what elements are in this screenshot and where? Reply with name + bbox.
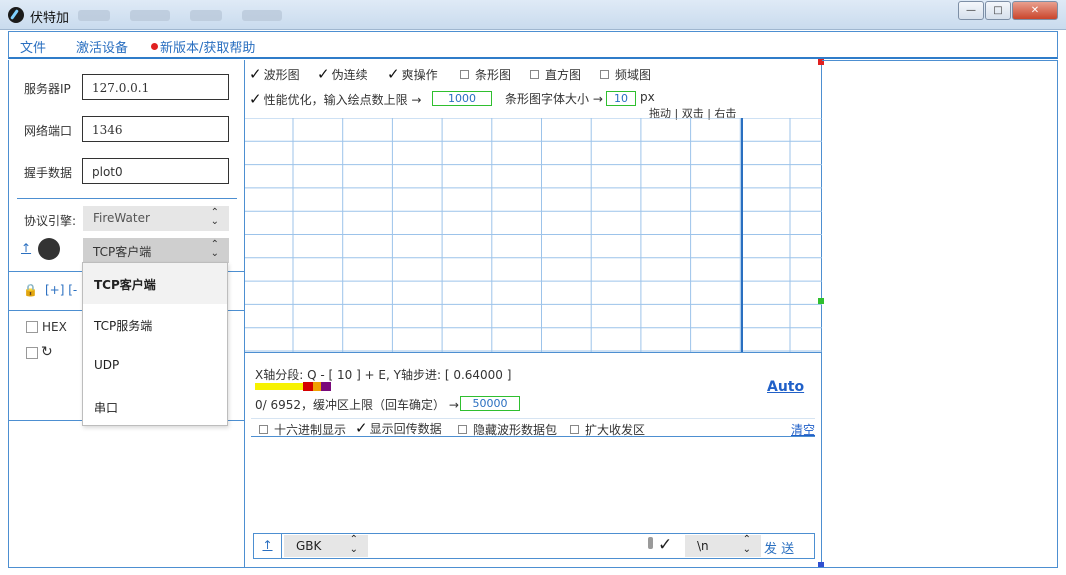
- checkmark-icon: ✓: [355, 419, 368, 437]
- command-add-remove[interactable]: [+] [-: [45, 283, 77, 297]
- receive-area[interactable]: [251, 438, 815, 530]
- send-bar: ↑ GBK ⌃ ⌄ ✓ \n ⌃ ⌄ 发 送: [253, 533, 815, 559]
- menu-bar: 文件 激活设备 新版本/获取帮助: [8, 31, 1058, 59]
- handshake-input[interactable]: plot0: [82, 158, 229, 184]
- blurred-menu-text: [130, 10, 170, 21]
- checkbox-empty-icon: [460, 70, 469, 79]
- lock-icon[interactable]: 🔒: [23, 283, 38, 297]
- bar-font-unit: px: [640, 90, 655, 104]
- port-label: 网络端口: [24, 124, 73, 138]
- transport-option-tcp-client[interactable]: TCP客户端: [83, 263, 227, 304]
- close-button[interactable]: ✕: [1012, 1, 1058, 20]
- plot-panel: ✓ 波形图 ✓ 伪连续 ✓ 爽操作 条形图 直方图 频域图 ✓ 性能优化，输入绘点数上限…: [244, 59, 824, 568]
- upload-file-icon[interactable]: ↑: [254, 534, 282, 558]
- blurred-menu-text: [78, 10, 110, 21]
- minimize-button[interactable]: —: [958, 1, 984, 20]
- bar-font-size-input[interactable]: 10: [606, 91, 636, 106]
- divider: [245, 352, 822, 353]
- checkmark-icon: ✓: [249, 65, 262, 83]
- updown-chevron-icon: ⌃ ⌄: [349, 534, 358, 555]
- checkbox-empty-icon: [458, 425, 467, 434]
- connection-toggle-button[interactable]: [38, 238, 60, 260]
- option-frequency[interactable]: 频域图: [600, 66, 651, 83]
- updown-chevron-icon: ⌃ ⌄: [210, 239, 219, 259]
- transport-dropdown: TCP客户端 TCP服务端 UDP 串口: [82, 262, 228, 426]
- protocol-value: FireWater: [93, 211, 150, 225]
- waveform-plot[interactable]: [245, 118, 822, 352]
- title-bar: 伏特加 — □ ✕: [0, 0, 1066, 30]
- transport-select[interactable]: TCP客户端 ⌃ ⌄: [83, 238, 229, 263]
- hex-label: HEX: [42, 320, 67, 334]
- protocol-label: 协议引擎:: [24, 214, 77, 228]
- maximize-button[interactable]: □: [985, 1, 1011, 20]
- option-performance[interactable]: ✓ 性能优化，输入绘点数上限 →: [249, 90, 421, 108]
- checkmark-icon[interactable]: ✓: [658, 535, 672, 555]
- buffer-limit-input[interactable]: 50000: [460, 396, 520, 411]
- axis-info: X轴分段: Q - [ 10 ] + E, Y轴步进: [ 0.64000 ]: [255, 368, 512, 382]
- app-logo-icon: [8, 7, 24, 23]
- send-button[interactable]: 发 送: [764, 538, 794, 557]
- loop-send-checkbox[interactable]: [26, 347, 38, 359]
- menu-file[interactable]: 文件: [20, 37, 46, 56]
- option-histogram[interactable]: 直方图: [530, 66, 581, 83]
- line-ending-value: \n: [697, 539, 709, 553]
- checkbox-empty-icon: [259, 425, 268, 434]
- option-bar-chart[interactable]: 条形图: [460, 66, 511, 83]
- checkmark-icon: ✓: [249, 90, 262, 108]
- divider: [251, 436, 815, 437]
- max-points-input[interactable]: 1000: [432, 91, 492, 106]
- checkmark-icon: ✓: [317, 65, 330, 83]
- server-ip-input[interactable]: 127.0.0.1: [82, 74, 229, 100]
- menu-activate-device[interactable]: 激活设备: [76, 37, 128, 56]
- transport-option-serial[interactable]: 串口: [83, 386, 227, 427]
- divider: [17, 198, 237, 199]
- protocol-select[interactable]: FireWater ⌃ ⌄: [83, 206, 229, 231]
- menu-update-label: 新版本/获取帮助: [160, 41, 256, 56]
- hex-checkbox[interactable]: [26, 321, 38, 333]
- blurred-menu-text: [242, 10, 282, 21]
- buffer-info: 0/ 6952，缓冲区上限（回车确定） →: [255, 398, 459, 412]
- color-bar-purple: [321, 382, 331, 391]
- menu-update-help[interactable]: 新版本/获取帮助: [151, 37, 255, 56]
- line-ending-select[interactable]: \n ⌃ ⌄: [685, 535, 761, 557]
- bar-font-size-label: 条形图字体大小 →: [505, 92, 603, 106]
- option-easy-operation[interactable]: ✓ 爽操作: [387, 65, 438, 83]
- option-waveform[interactable]: ✓ 波形图: [249, 65, 300, 83]
- send-input[interactable]: [370, 535, 650, 557]
- upload-arrow-icon[interactable]: ↑: [21, 241, 31, 255]
- record-dot-icon: [151, 43, 158, 50]
- server-ip-label: 服务器IP: [24, 82, 71, 96]
- transport-option-tcp-server[interactable]: TCP服务端: [83, 304, 227, 345]
- transport-option-udp[interactable]: UDP: [83, 345, 227, 386]
- checkbox-empty-icon: [570, 425, 579, 434]
- updown-chevron-icon: ⌃ ⌄: [210, 207, 219, 227]
- checkbox-empty-icon: [530, 70, 539, 79]
- color-bar-red: [303, 382, 313, 391]
- divider: [251, 418, 815, 419]
- auto-scale-link[interactable]: Auto: [767, 379, 804, 395]
- scroll-handle[interactable]: [648, 537, 653, 549]
- color-bar-yellow: [255, 383, 303, 390]
- handshake-label: 握手数据: [24, 166, 73, 180]
- window-bottom-border: [8, 567, 1058, 568]
- transport-value: TCP客户端: [93, 245, 152, 259]
- updown-chevron-icon: ⌃ ⌄: [742, 534, 751, 555]
- plot-grid: [245, 118, 822, 352]
- refresh-icon: ↻: [41, 344, 53, 360]
- option-pseudo-continuous[interactable]: ✓ 伪连续: [317, 65, 368, 83]
- window-title: 伏特加: [30, 11, 70, 26]
- right-panel: [822, 60, 1058, 568]
- checkmark-icon: ✓: [387, 65, 400, 83]
- blurred-menu-text: [190, 10, 222, 21]
- option-show-echo[interactable]: ✓ 显示回传数据: [355, 419, 442, 437]
- port-input[interactable]: 1346: [82, 116, 229, 142]
- checkbox-empty-icon: [600, 70, 609, 79]
- encoding-value: GBK: [296, 539, 322, 553]
- encoding-select[interactable]: GBK ⌃ ⌄: [284, 535, 368, 557]
- color-bar-orange: [313, 382, 321, 391]
